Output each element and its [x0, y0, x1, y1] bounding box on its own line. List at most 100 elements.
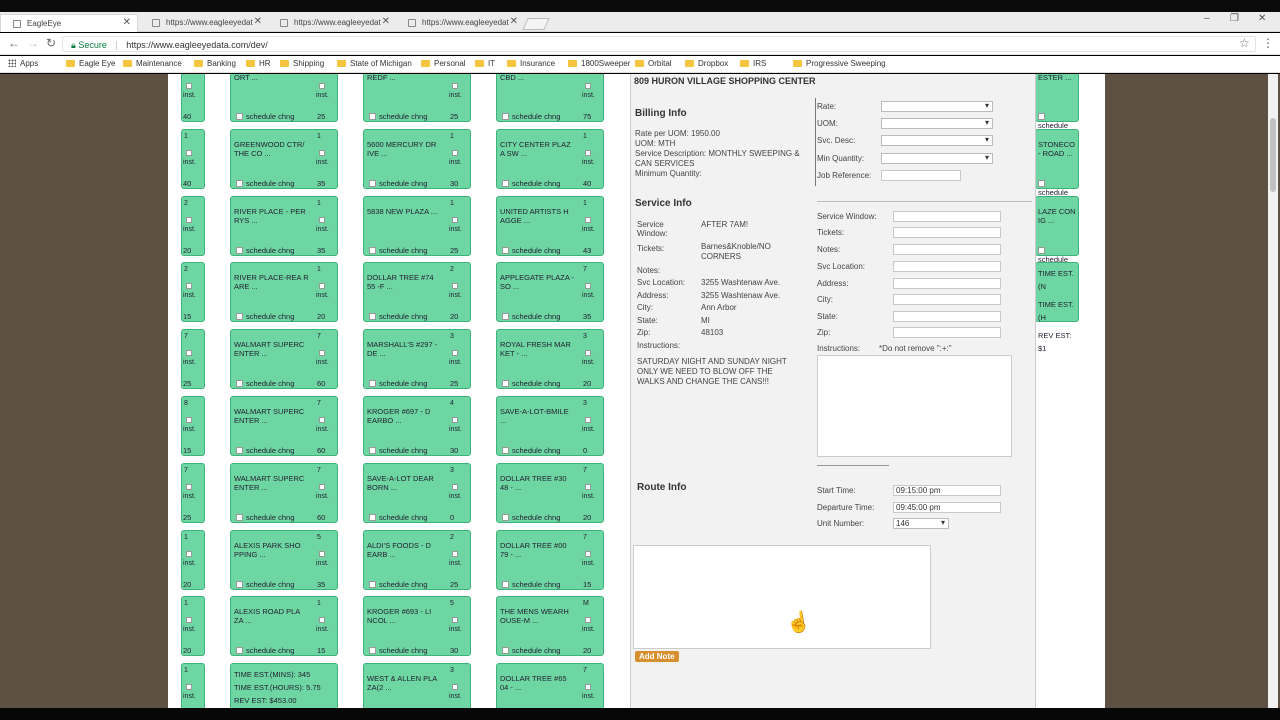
rate-select[interactable]: [881, 101, 993, 112]
service-form-input[interactable]: [893, 327, 1001, 338]
job-card-partial[interactable]: ESTER ...schedule chng: [1035, 74, 1079, 139]
min-quantity-select[interactable]: [881, 153, 993, 164]
bookmark-item[interactable]: Maintenance: [123, 59, 182, 68]
bookmark-item[interactable]: Dropbox: [685, 59, 728, 68]
service-form-input[interactable]: [893, 278, 1001, 289]
inst-checkbox[interactable]: [186, 617, 192, 624]
close-icon[interactable]: ✕: [123, 17, 131, 28]
bookmark-item[interactable]: 1800Sweeper: [568, 59, 630, 68]
job-card[interactable]: RIVER PLACE-REA R ARE ... 1 inst. schedule …: [230, 262, 338, 323]
back-arrow-icon[interactable]: ←: [8, 36, 20, 50]
schedule-change-checkbox[interactable]: schedule chng: [502, 513, 560, 522]
bookmark-star-icon[interactable]: ☆: [1239, 36, 1250, 50]
bookmark-item[interactable]: State of Michigan: [337, 59, 412, 68]
schedule-change-checkbox[interactable]: schedule chng: [236, 312, 294, 321]
start-time-input[interactable]: 09:15:00 pm: [893, 485, 1001, 496]
inst-checkbox[interactable]: [452, 417, 458, 423]
schedule-change-checkbox[interactable]: schedule chng: [502, 112, 560, 121]
inst-checkbox[interactable]: [452, 350, 458, 357]
schedule-change-checkbox[interactable]: schedule chng: [236, 246, 294, 255]
job-card[interactable]: CBD ... inst. schedule chng 75: [496, 74, 604, 122]
bookmark-item[interactable]: Insurance: [507, 59, 555, 68]
job-card-partial[interactable]: inst. 40: [181, 74, 205, 122]
job-card-partial[interactable]: 1 inst. 40: [181, 128, 205, 189]
job-card[interactable]: ALEXIS ROAD PLA ZA ... 1 inst. schedule chn…: [230, 596, 338, 657]
inst-checkbox[interactable]: [186, 684, 192, 691]
bookmark-item[interactable]: Personal: [421, 59, 466, 68]
job-card-partial[interactable]: STONECO - ROAD ...schedule chng: [1035, 128, 1079, 206]
inst-checkbox[interactable]: [585, 617, 591, 624]
job-card[interactable]: KROGER #693 - LI NCOL ... 5 inst. schedule …: [363, 596, 471, 657]
schedule-change-checkbox[interactable]: schedule chng: [236, 646, 294, 655]
close-icon[interactable]: ✕: [510, 16, 518, 27]
job-card-partial[interactable]: 2 inst. 15: [181, 262, 205, 323]
job-card[interactable]: SAVE-A-LOT-BMILE ... 3 inst. schedule chng 0: [496, 396, 604, 456]
service-form-input[interactable]: [893, 244, 1001, 255]
job-card[interactable]: WALMART SUPERC ENTER ... 7 inst. schedule c…: [230, 396, 338, 456]
schedule-change-checkbox[interactable]: schedule chng: [369, 513, 427, 522]
schedule-change-checkbox[interactable]: schedule chng: [502, 179, 560, 188]
instructions-textarea[interactable]: [817, 355, 1012, 457]
bookmark-item[interactable]: Banking: [194, 59, 236, 68]
inst-checkbox[interactable]: [319, 617, 325, 624]
inst-checkbox[interactable]: [186, 149, 192, 156]
service-form-input[interactable]: [893, 311, 1001, 322]
page-scrollbar[interactable]: [1268, 74, 1278, 708]
inst-checkbox[interactable]: [452, 83, 458, 89]
schedule-change-checkbox[interactable]: schedule chng: [502, 246, 560, 255]
job-card[interactable]: ALDI'S FOODS - D EARB ... 2 inst. schedule …: [363, 529, 471, 590]
inst-checkbox[interactable]: [319, 83, 325, 89]
bookmark-item[interactable]: Eagle Eye: [66, 59, 115, 68]
job-card-partial[interactable]: 8 inst. 15: [181, 396, 205, 456]
job-card[interactable]: SAVE-A-LOT DEAR BORN ... 3 inst. schedule c…: [363, 462, 471, 523]
job-card[interactable]: DOLLAR TREE #65 04 - ...7inst.schedule c…: [496, 663, 604, 708]
bookmark-item[interactable]: Orbital: [635, 59, 672, 68]
job-card[interactable]: THE MENS WEARH OUSE-M ... Minst. schedule …: [496, 596, 604, 657]
job-card[interactable]: DOLLAR TREE #00 79 - ... 7 inst. schedule c…: [496, 529, 604, 590]
service-form-input[interactable]: [893, 294, 1001, 305]
job-reference-input[interactable]: [881, 170, 961, 181]
schedule-change-checkbox[interactable]: schedule chng: [236, 179, 294, 188]
schedule-change-checkbox[interactable]: schedule chng: [369, 580, 427, 589]
schedule-change-checkbox[interactable]: schedule chng: [369, 379, 427, 388]
job-card[interactable]: RIVER PLACE - PER RYS ... 1 inst. schedule …: [230, 195, 338, 256]
schedule-change-checkbox[interactable]: schedule chng: [502, 646, 560, 655]
browser-tab[interactable]: https://www.eagleeyedat ✕: [396, 14, 524, 32]
job-card[interactable]: REDF ... inst. schedule chng 25: [363, 74, 471, 122]
inst-checkbox[interactable]: [186, 550, 192, 557]
uom-select[interactable]: [881, 118, 993, 129]
job-card[interactable]: ALEXIS PARK SHO PPING ... 5 inst. schedule …: [230, 529, 338, 590]
schedule-change-checkbox[interactable]: schedule chng: [369, 312, 427, 321]
maximize-icon[interactable]: ❐: [1230, 13, 1239, 24]
close-icon[interactable]: ✕: [254, 16, 262, 27]
svc-desc-select[interactable]: [881, 135, 993, 146]
job-card[interactable]: GREENWOOD CTR/ THE CO ... 1 inst. schedule …: [230, 128, 338, 189]
inst-checkbox[interactable]: [585, 283, 591, 290]
new-tab-button[interactable]: [522, 18, 550, 30]
bookmark-item[interactable]: Progressive Sweeping: [793, 59, 886, 68]
schedule-change-checkbox[interactable]: schedule chng: [502, 312, 560, 321]
inst-checkbox[interactable]: [585, 550, 591, 557]
bookmark-item[interactable]: IT: [475, 59, 495, 68]
job-card[interactable]: ROYAL FRESH MAR KET - ... 3 inst. schedule …: [496, 329, 604, 390]
unit-number-select[interactable]: 146: [893, 518, 949, 529]
inst-checkbox[interactable]: [186, 350, 192, 357]
browser-menu-icon[interactable]: ⋮: [1262, 36, 1274, 50]
add-note-button[interactable]: Add Note: [635, 651, 679, 662]
inst-checkbox[interactable]: [319, 350, 325, 357]
schedule-change-checkbox[interactable]: schedule chng: [502, 580, 560, 589]
job-card[interactable]: DOLLAR TREE #30 48 - ... 7 inst. schedule c…: [496, 462, 604, 523]
inst-checkbox[interactable]: [186, 216, 192, 223]
inst-checkbox[interactable]: [452, 617, 458, 624]
bookmark-item[interactable]: Apps: [8, 59, 38, 68]
inst-checkbox[interactable]: [452, 149, 458, 156]
close-icon[interactable]: ✕: [382, 16, 390, 27]
bookmark-item[interactable]: Shipping: [280, 59, 324, 68]
job-card-partial[interactable]: LAZE CON IG ...schedule chng: [1035, 195, 1079, 273]
window-close-icon[interactable]: ✕: [1258, 13, 1266, 24]
job-card-partial[interactable]: 7 inst. 25: [181, 462, 205, 523]
job-card[interactable]: WALMART SUPERC ENTER ... 7 inst. schedule c…: [230, 462, 338, 523]
inst-checkbox[interactable]: [319, 483, 325, 490]
schedule-change-checkbox[interactable]: schedule chng: [236, 112, 294, 121]
bookmark-item[interactable]: HR: [246, 59, 271, 68]
